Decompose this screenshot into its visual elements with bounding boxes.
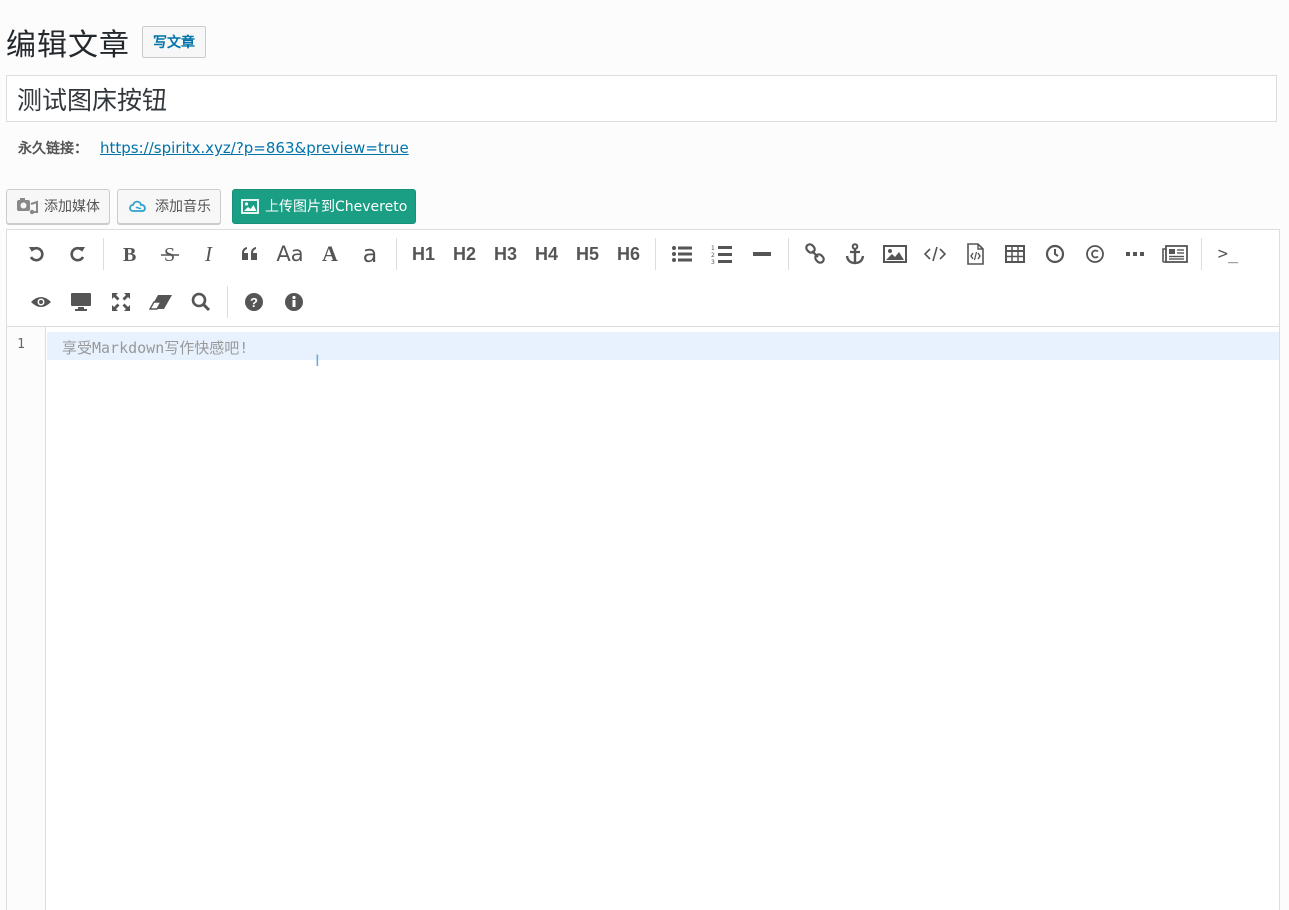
image-icon[interactable] [879,238,911,270]
heading-5-button[interactable]: H5 [571,238,604,270]
toolbar-divider [655,238,656,270]
permalink: 永久链接： https://spiritx.xyz/?p=863&preview… [18,137,409,159]
image-icon [241,198,259,214]
terminal-button[interactable]: >_ [1212,238,1244,270]
eye-icon[interactable] [25,286,57,318]
strikethrough-icon[interactable]: S [154,238,186,270]
svg-text:?: ? [250,295,258,310]
cloud-icon [127,198,149,214]
new-post-button[interactable]: 写文章 [142,26,206,58]
code-icon[interactable] [919,238,951,270]
heading-1-button[interactable]: H1 [407,238,440,270]
markdown-editor: B S I Aa A a H1 H2 H3 H4 H5 H6 1 2 3 >_ … [6,229,1280,910]
pagebreak-icon[interactable] [1159,238,1191,270]
table-icon[interactable] [999,238,1031,270]
editor-code-area[interactable]: 1 享受Markdown写作快感吧! I [7,327,1279,910]
clock-icon[interactable] [1039,238,1071,270]
toolbar-divider [103,238,104,270]
lowercase-button[interactable]: a [354,238,386,270]
toolbar-divider [1201,238,1202,270]
desktop-icon[interactable] [65,286,97,318]
add-media-label: 添加媒体 [44,199,100,215]
toolbar-row-1: B S I Aa A a H1 H2 H3 H4 H5 H6 1 2 3 >_ [17,234,1248,274]
add-music-button[interactable]: 添加音乐 [117,188,221,224]
horizontal-rule-icon[interactable] [746,238,778,270]
anchor-icon[interactable] [839,238,871,270]
fullscreen-icon[interactable] [105,286,137,318]
heading-2-button[interactable]: H2 [448,238,481,270]
permalink-link[interactable]: https://spiritx.xyz/?p=863&preview=true [100,139,409,157]
toolbar-divider [227,286,228,318]
bold-icon[interactable]: B [114,238,146,270]
italic-icon[interactable]: I [194,238,226,270]
unordered-list-icon[interactable] [666,238,698,270]
case-toggle-button[interactable]: Aa [274,238,306,270]
toolbar-divider [396,238,397,270]
ordered-list-icon[interactable]: 123 [706,238,738,270]
redo-icon[interactable] [61,238,93,270]
eraser-icon[interactable] [145,286,177,318]
svg-text:2: 2 [711,252,715,259]
code-block-icon[interactable] [959,238,991,270]
line-number: 1 [17,337,25,352]
uppercase-label: A [322,241,338,266]
page-title: 编辑文章 [6,28,130,63]
heading-3-button[interactable]: H3 [489,238,522,270]
svg-text:3: 3 [711,259,715,264]
toolbar-row-2: ? [21,282,314,322]
lowercase-label: a [362,240,378,268]
svg-text:1: 1 [711,245,715,252]
link-icon[interactable] [799,238,831,270]
svg-text:I: I [204,243,213,265]
undo-icon[interactable] [21,238,53,270]
uppercase-button[interactable]: A [314,238,346,270]
quote-icon[interactable] [234,238,266,270]
search-icon[interactable] [185,286,217,318]
permalink-label: 永久链接： [18,141,88,157]
text-cursor-icon: I [315,351,320,370]
add-music-label: 添加音乐 [155,199,211,215]
ellipsis-icon[interactable] [1119,238,1151,270]
editor-toolbar: B S I Aa A a H1 H2 H3 H4 H5 H6 1 2 3 >_ … [7,230,1279,327]
media-buttons: 添加媒体 添加音乐 上传图片到Chevereto [6,188,423,224]
add-media-button[interactable]: 添加媒体 [6,188,110,224]
upload-chevereto-button[interactable]: 上传图片到Chevereto [232,188,417,224]
page-header: 编辑文章 写文章 [6,22,206,63]
line-gutter: 1 [7,327,46,910]
upload-chevereto-label: 上传图片到Chevereto [265,199,408,215]
info-icon[interactable] [278,286,310,318]
svg-text:B: B [123,244,136,265]
post-title-input[interactable]: 测试图床按钮 [6,75,1277,122]
editor-placeholder: 享受Markdown写作快感吧! [62,339,249,357]
toolbar-divider [788,238,789,270]
media-icon [16,196,38,216]
heading-6-button[interactable]: H6 [612,238,645,270]
help-icon[interactable]: ? [238,286,270,318]
heading-4-button[interactable]: H4 [530,238,563,270]
copyright-icon[interactable] [1079,238,1111,270]
